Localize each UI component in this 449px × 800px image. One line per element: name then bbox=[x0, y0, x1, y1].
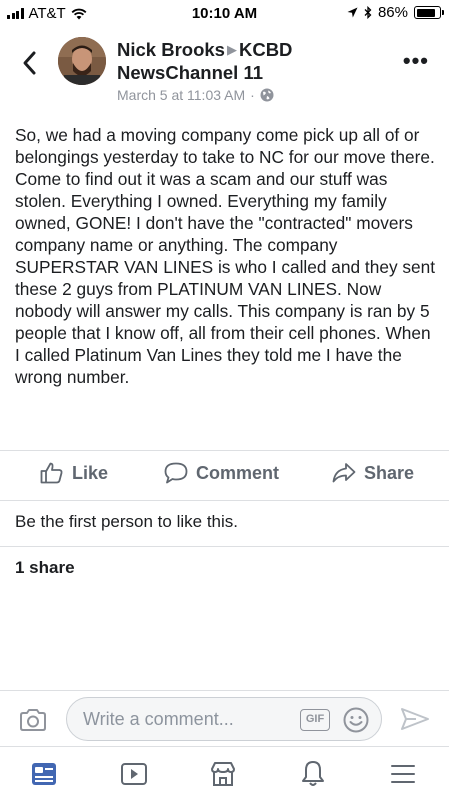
caret-right-icon: ▶ bbox=[226, 42, 237, 57]
comment-button[interactable]: Comment bbox=[164, 462, 279, 484]
status-right: 86% bbox=[347, 4, 444, 21]
author-line: Nick Brooks ▶ KCBD NewsChannel 11 bbox=[117, 38, 377, 84]
bluetooth-icon bbox=[364, 6, 372, 19]
comment-label: Comment bbox=[196, 462, 280, 483]
comment-placeholder: Write a comment... bbox=[83, 709, 234, 729]
watch-icon[interactable] bbox=[119, 759, 149, 789]
comment-icon bbox=[164, 462, 188, 484]
like-label: Like bbox=[72, 462, 109, 483]
share-button[interactable]: Share bbox=[332, 462, 414, 484]
camera-icon[interactable] bbox=[19, 708, 47, 732]
status-bar: AT&T 10:10 AM 86% bbox=[0, 0, 449, 26]
send-icon[interactable] bbox=[400, 707, 430, 731]
more-icon[interactable]: ••• bbox=[403, 50, 429, 72]
post-actions: Like Comment Share bbox=[0, 448, 449, 500]
thumbs-up-icon bbox=[40, 462, 63, 484]
location-arrow-icon bbox=[347, 7, 358, 18]
bottom-tab-bar bbox=[0, 746, 449, 800]
avatar[interactable] bbox=[58, 37, 106, 85]
meta-separator: · bbox=[250, 87, 255, 103]
reactions-summary: Be the first person to like this. bbox=[15, 512, 238, 531]
post-author-block: Nick Brooks ▶ KCBD NewsChannel 11 March 5 … bbox=[117, 38, 377, 103]
post-timestamp[interactable]: March 5 at 11:03 AM bbox=[117, 87, 245, 103]
comment-input[interactable]: Write a comment... GIF bbox=[66, 697, 382, 741]
like-button[interactable]: Like bbox=[40, 462, 108, 484]
gif-button[interactable]: GIF bbox=[300, 709, 330, 731]
post-body: So, we had a moving company come pick up… bbox=[15, 125, 436, 387]
comment-composer: Write a comment... GIF bbox=[0, 690, 449, 746]
notifications-icon[interactable] bbox=[298, 759, 328, 789]
battery-percent: 86% bbox=[377, 4, 408, 21]
news-feed-icon[interactable] bbox=[29, 759, 59, 789]
marketplace-icon[interactable] bbox=[208, 759, 238, 789]
post-header: Nick Brooks ▶ KCBD NewsChannel 11 March 5 … bbox=[0, 34, 449, 114]
divider bbox=[0, 500, 449, 501]
globe-icon bbox=[260, 88, 274, 102]
battery-icon bbox=[414, 6, 444, 19]
share-label: Share bbox=[364, 462, 415, 483]
menu-icon[interactable] bbox=[388, 759, 418, 789]
share-icon bbox=[332, 463, 356, 483]
author-name[interactable]: Nick Brooks bbox=[117, 39, 225, 60]
emoji-icon[interactable] bbox=[343, 707, 369, 733]
post-meta: March 5 at 11:03 AM · bbox=[117, 87, 377, 103]
divider bbox=[0, 546, 449, 547]
shares-count[interactable]: 1 share bbox=[15, 558, 75, 578]
back-chevron-icon[interactable] bbox=[20, 50, 40, 76]
